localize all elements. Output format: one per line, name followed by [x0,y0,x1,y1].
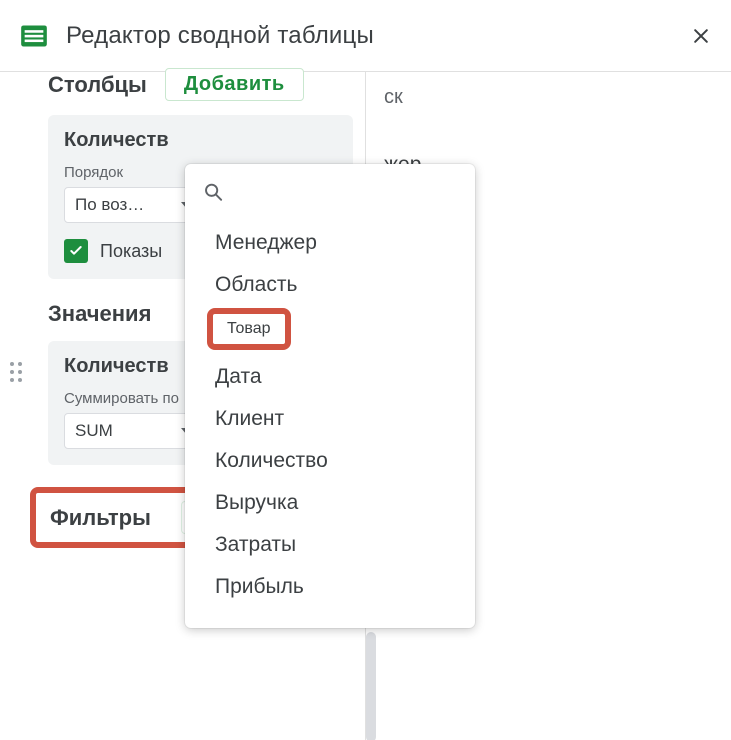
field-option[interactable]: Количество [185,440,475,482]
popover-search-input[interactable] [238,182,457,203]
show-totals-checkbox[interactable] [64,239,88,263]
editor-body: Столбцы Добавить Количеств Порядок По во… [0,72,731,740]
drag-handle-icon[interactable] [10,362,22,382]
field-option[interactable]: Выручка [185,482,475,524]
column-card-title: Количеств [64,129,337,152]
editor-header: Редактор сводной таблицы [0,0,731,72]
filters-label: Фильтры [50,505,151,531]
scrollbar[interactable] [366,632,376,740]
order-select-value: По воз… [75,195,144,215]
add-column-button[interactable]: Добавить [165,68,304,101]
order-select[interactable]: По воз… [64,187,204,223]
field-option[interactable]: Дата [185,356,475,398]
popover-list: Менеджер Область Товар Дата Клиент Колич… [185,216,475,614]
values-label: Значения [48,301,151,327]
field-option[interactable]: Затраты [185,524,475,566]
summarize-select-value: SUM [75,421,113,441]
page-title: Редактор сводной таблицы [66,22,673,50]
popover-search-row [185,164,475,216]
right-search-fragment: ск [384,86,731,109]
summarize-select[interactable]: SUM [64,413,204,449]
field-option[interactable]: Клиент [185,398,475,440]
field-option-highlighted[interactable]: Товар [207,308,291,350]
close-icon[interactable] [691,26,711,46]
summarize-label: Суммировать по [64,390,184,407]
field-option[interactable]: Область [185,264,475,306]
sheets-icon [20,22,48,50]
columns-label: Столбцы [48,72,147,98]
columns-section-header: Столбцы Добавить [30,68,353,101]
field-option[interactable]: Прибыль [185,566,475,608]
search-icon [203,180,224,204]
field-option[interactable]: Менеджер [185,222,475,264]
field-picker-popover: Менеджер Область Товар Дата Клиент Колич… [185,164,475,628]
show-totals-label: Показы [100,241,162,262]
